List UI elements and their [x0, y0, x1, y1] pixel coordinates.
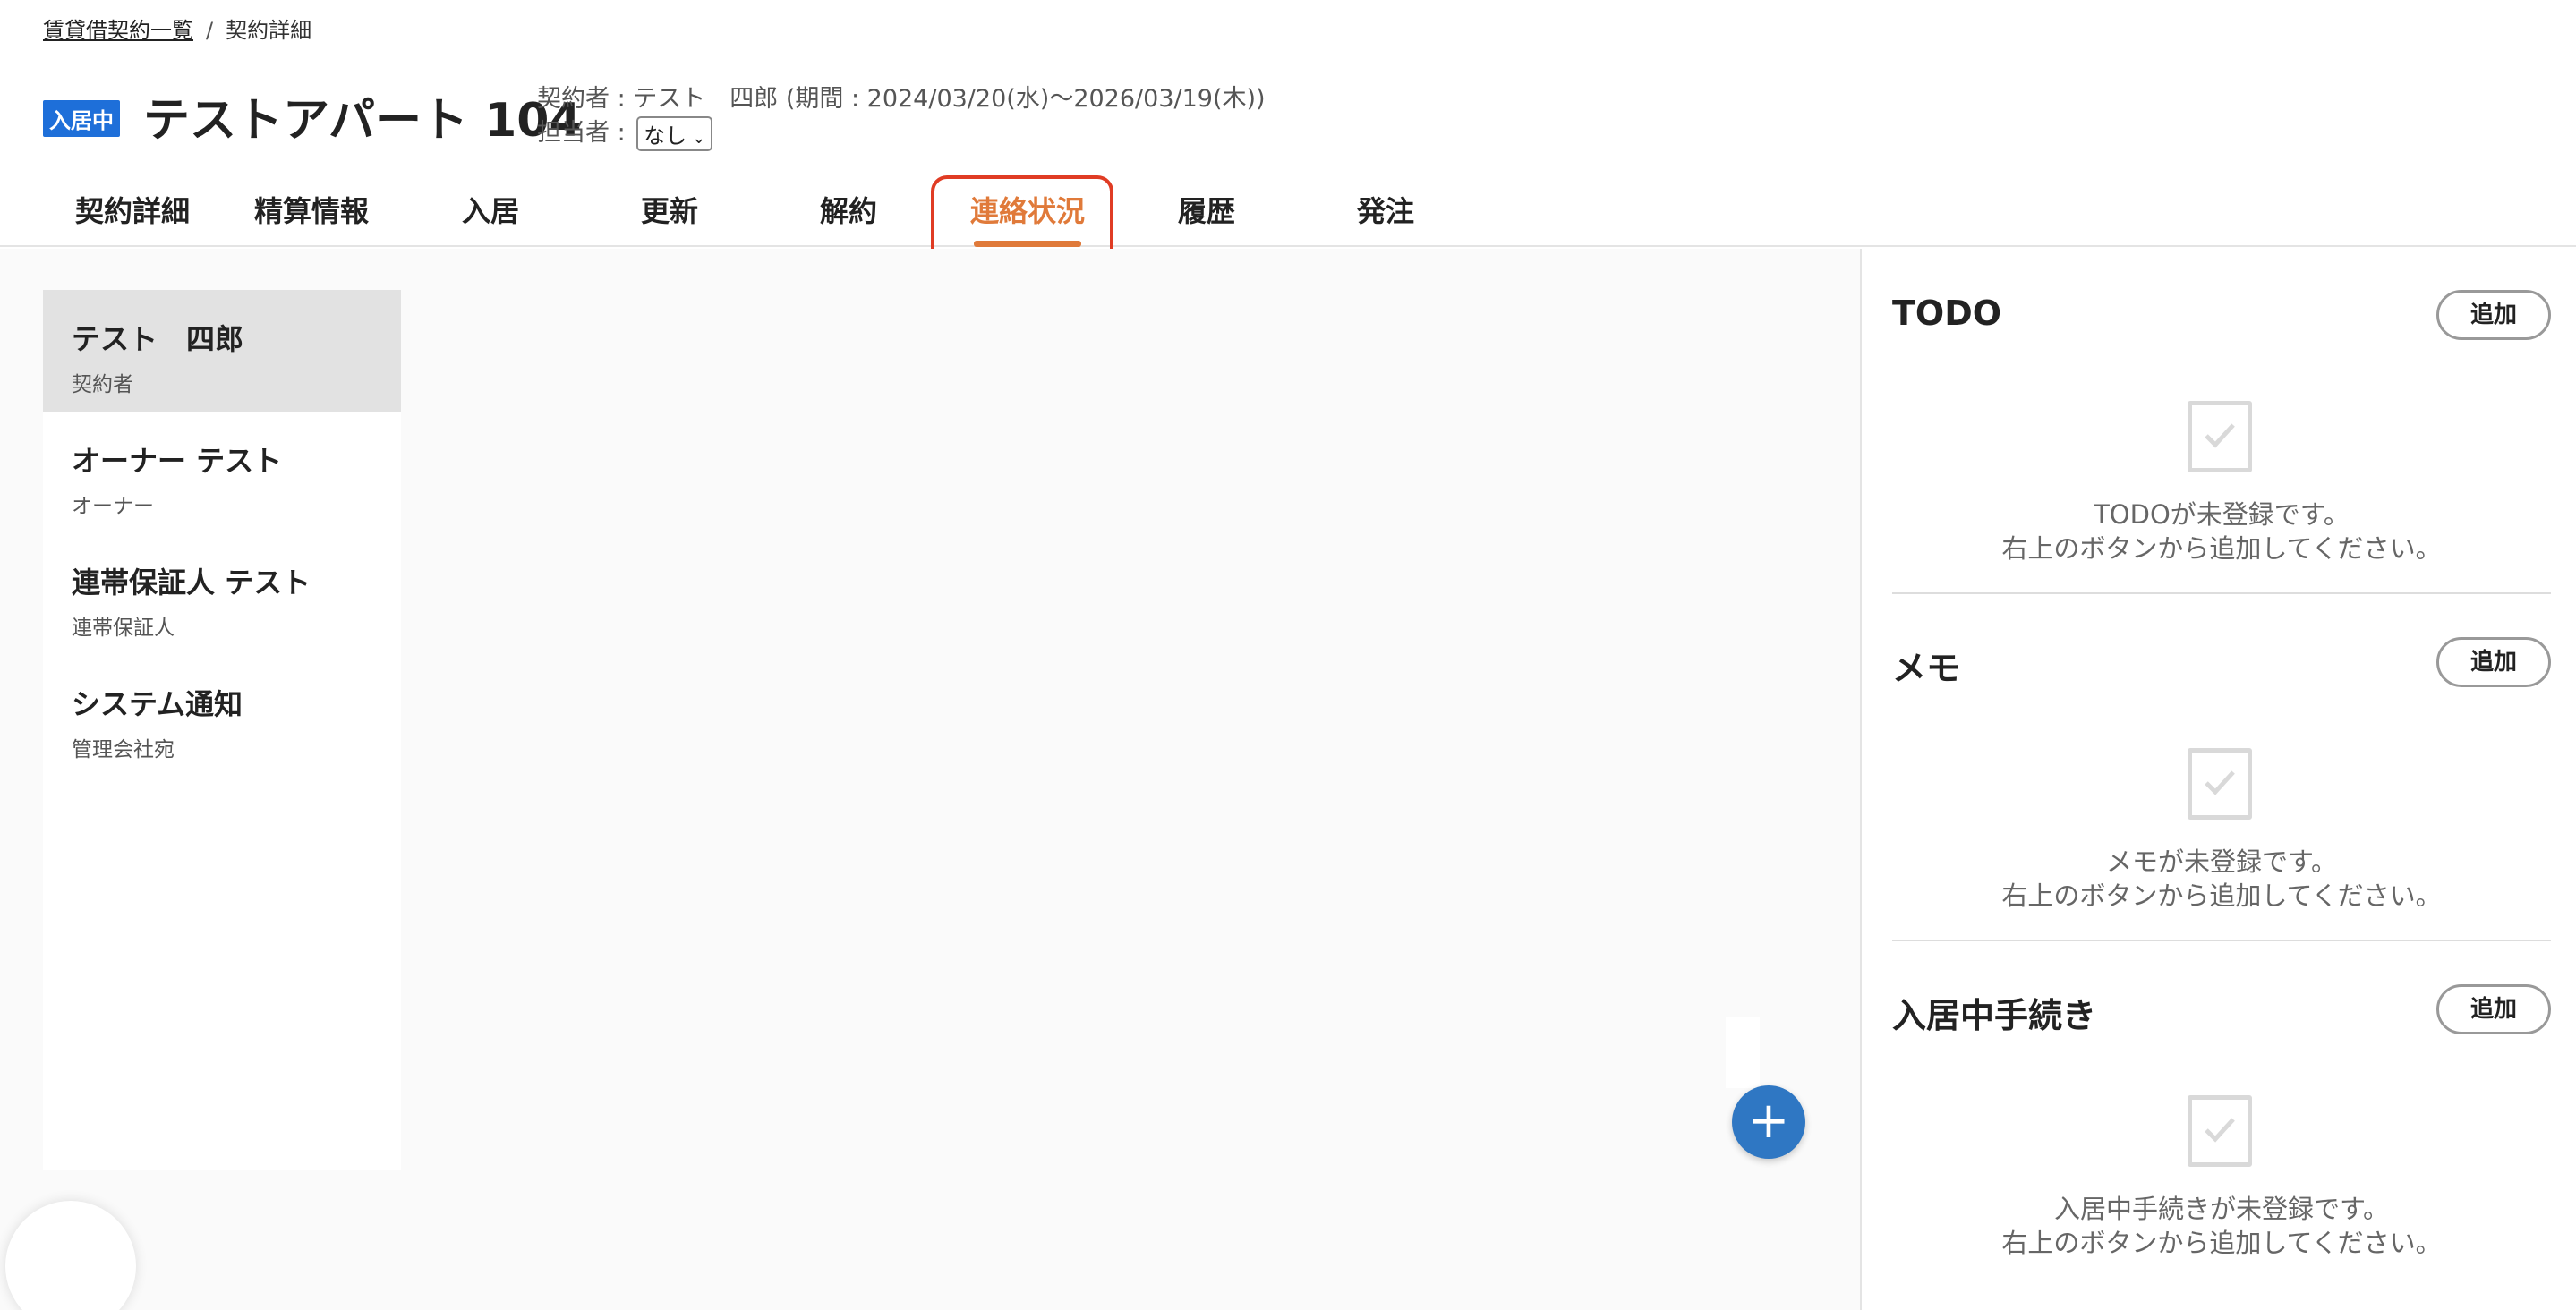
empty-message: メモが未登録です。 右上のボタンから追加してください。 [2001, 846, 2442, 911]
breadcrumb: 賃貸借契約一覧 / 契約詳細 [43, 13, 311, 44]
page-title: テストアパート 104 [143, 94, 582, 148]
assignee-label: 担当者 : [537, 119, 626, 147]
add-procedure-button[interactable]: 追加 [2436, 984, 2551, 1034]
contact-name: システム通知 [72, 687, 243, 721]
panel-title: 入居中手続き [1892, 996, 2097, 1035]
empty-message: 入居中手続きが未登録です。 右上のボタンから追加してください。 [2001, 1194, 2442, 1258]
breadcrumb-link-contract-list[interactable]: 賃貸借契約一覧 [43, 18, 193, 43]
contact-name: オーナー テスト [72, 444, 283, 478]
breadcrumb-current: 契約詳細 [226, 18, 312, 43]
status-badge: 入居中 [43, 100, 120, 137]
tab-contract-details[interactable]: 契約詳細 [43, 175, 222, 247]
tab-history[interactable]: 履歴 [1117, 175, 1296, 247]
right-sidebar: TODO 追加 TODOが未登録です。 右上のボタンから追加してください。 メモ… [1860, 249, 2576, 1310]
panel-title: TODO [1892, 293, 2002, 333]
tab-cancellation[interactable]: 解約 [759, 175, 938, 247]
contact-list: テスト 四郎 契約者 オーナー テスト オーナー 連帯保証人 テスト 連帯保証人… [43, 290, 401, 1170]
empty-message: TODOが未登録です。 右上のボタンから追加してください。 [2001, 499, 2442, 564]
assignee-value: なし [644, 123, 687, 149]
add-message-button[interactable]: + [1732, 1085, 1805, 1159]
breadcrumb-separator: / [206, 18, 214, 43]
contract-info: 契約者 : テスト 四郎 (期間 : 2024/03/20(水)〜2026/03… [537, 85, 1266, 113]
add-todo-button[interactable]: 追加 [2436, 290, 2551, 340]
tab-settlement[interactable]: 精算情報 [222, 175, 401, 247]
panel-title: メモ [1892, 649, 1961, 688]
tab-order[interactable]: 発注 [1296, 175, 1475, 247]
contact-name: 連帯保証人 テスト [72, 566, 311, 600]
contact-item-contractor[interactable]: テスト 四郎 契約者 [43, 290, 401, 412]
add-memo-button[interactable]: 追加 [2436, 637, 2551, 687]
contact-role: オーナー [72, 495, 154, 518]
checkbox-icon [2188, 748, 2252, 820]
tab-move-in[interactable]: 入居 [401, 175, 580, 247]
page-header: 賃貸借契約一覧 / 契約詳細 入居中 テストアパート 104 契約者 : テスト 四… [0, 0, 2576, 274]
assignee-row: 担当者 : なし ⌄ [537, 113, 713, 151]
tab-renewal[interactable]: 更新 [580, 175, 759, 247]
assignee-select[interactable]: なし ⌄ [636, 116, 713, 151]
checkbox-icon [2188, 401, 2252, 472]
contact-item-owner[interactable]: オーナー テスト オーナー [43, 412, 401, 533]
fab-tooltip-stub [1726, 1017, 1760, 1088]
contact-item-system-notice[interactable]: システム通知 管理会社宛 [43, 655, 401, 777]
chevron-down-icon: ⌄ [692, 129, 706, 148]
contact-role: 連帯保証人 [72, 617, 175, 640]
contact-role: 契約者 [72, 373, 133, 396]
occupancy-procedure-panel: 入居中手続き 追加 入居中手続きが未登録です。 右上のボタンから追加してください… [1892, 943, 2551, 1289]
memo-panel: メモ 追加 メモが未登録です。 右上のボタンから追加してください。 [1892, 596, 2551, 941]
checkbox-icon [2188, 1095, 2252, 1167]
divider [1892, 592, 2551, 594]
contact-item-guarantor[interactable]: 連帯保証人 テスト 連帯保証人 [43, 533, 401, 655]
conversation-area: テスト 四郎 契約者 オーナー テスト オーナー 連帯保証人 テスト 連帯保証人… [0, 249, 1860, 1310]
todo-panel: TODO 追加 TODOが未登録です。 右上のボタンから追加してください。 [1892, 249, 2551, 594]
divider [1892, 940, 2551, 941]
plus-icon: + [1747, 1092, 1790, 1150]
contact-name: テスト 四郎 [72, 322, 244, 356]
contact-role: 管理会社宛 [72, 738, 175, 761]
